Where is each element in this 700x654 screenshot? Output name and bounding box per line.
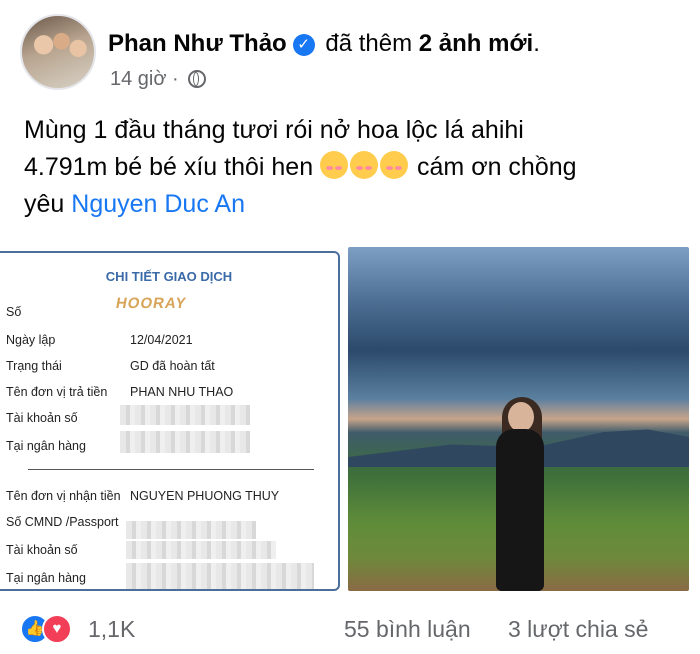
- mention-link[interactable]: Nguyen Duc An: [71, 190, 245, 218]
- receipt-label: Số: [6, 305, 22, 319]
- author-name[interactable]: Phan Như Thảo: [108, 30, 287, 57]
- blurred-field: [120, 405, 250, 425]
- receipt-label: Tài khoản số: [6, 543, 78, 557]
- caption-line-2-text: 4.791m bé bé xíu thôi hen: [24, 153, 314, 181]
- reaction-icons[interactable]: 👍 ♥: [20, 614, 74, 644]
- author-avatar[interactable]: [20, 14, 96, 90]
- caption-line-3-text: yêu: [24, 190, 65, 218]
- receipt-value: NGUYEN PHUONG THUY: [130, 489, 280, 503]
- receipt-label: Tên đơn vị nhận tiền: [6, 489, 121, 503]
- post-title-line: Phan Như Thảo ✓ đã thêm 2 ảnh mới.: [108, 30, 540, 58]
- caption-line-3: yêu Nguyen Duc An: [24, 186, 674, 223]
- post-time[interactable]: 14 giờ ·: [110, 68, 179, 90]
- verified-badge-icon: ✓: [292, 34, 315, 56]
- receipt-label: Ngày lập: [6, 333, 56, 347]
- receipt-title: CHI TIẾT GIAO DỊCH: [105, 269, 233, 284]
- landscape-photo[interactable]: [348, 247, 689, 591]
- comment-count[interactable]: 55 bình luận: [344, 616, 471, 643]
- post-meta: 14 giờ ·: [110, 68, 207, 91]
- globe-icon: [188, 70, 207, 88]
- receipt-divider: [28, 469, 314, 470]
- blurred-field: [126, 541, 276, 559]
- receipt-label: Trạng thái: [6, 359, 62, 373]
- reaction-count[interactable]: 1,1K: [88, 616, 135, 643]
- post-footer: 👍 ♥ 1,1K 55 bình luận 3 lượt chia sẻ: [20, 612, 690, 648]
- share-count[interactable]: 3 lượt chia sẻ: [508, 616, 648, 643]
- receipt-value: PHAN NHU THAO: [130, 385, 234, 399]
- caption-line-1: Mùng 1 đầu tháng tươi rói nở hoa lộc lá …: [24, 116, 524, 144]
- receipt-photo[interactable]: CHI TIẾT GIAO DỊCH HOORAY Số Ngày lập 12…: [0, 251, 340, 591]
- caption-line-2-end: cám ơn chồng: [417, 153, 577, 181]
- post-action-text: đã thêm: [325, 30, 413, 57]
- post-action-end: .: [533, 30, 540, 57]
- blurred-field: [120, 431, 250, 453]
- receipt-value: GD đã hoàn tất: [130, 359, 215, 373]
- person-head: [508, 402, 534, 432]
- person-figure: [496, 429, 544, 591]
- receipt-label: Tại ngân hàng: [6, 571, 86, 585]
- post-caption: Mùng 1 đầu tháng tươi rói nở hoa lộc lá …: [24, 112, 674, 223]
- receipt-label: Số CMND /Passport: [6, 515, 119, 529]
- receipt-label: Tên đơn vị trả tiền: [6, 385, 108, 399]
- post-header: Phan Như Thảo ✓ đã thêm 2 ảnh mới. 14 giờ…: [20, 14, 690, 94]
- receipt-label: Tại ngân hàng: [6, 439, 86, 453]
- post-action-bold[interactable]: 2 ảnh mới: [419, 30, 533, 57]
- blush-emoji-icon: [320, 151, 349, 179]
- receipt-value: 12/04/2021: [130, 333, 193, 347]
- blurred-field: [126, 563, 314, 589]
- blush-emoji-icon: [380, 151, 409, 179]
- receipt-stamp: HOORAY: [114, 295, 188, 312]
- blush-emoji-icon: [350, 151, 379, 179]
- receipt-label: Tài khoản số: [6, 411, 78, 425]
- caption-line-2: 4.791m bé bé xíu thôi hen cám ơn chồng: [24, 149, 674, 186]
- love-icon: ♥: [42, 614, 72, 644]
- blurred-field: [126, 521, 256, 539]
